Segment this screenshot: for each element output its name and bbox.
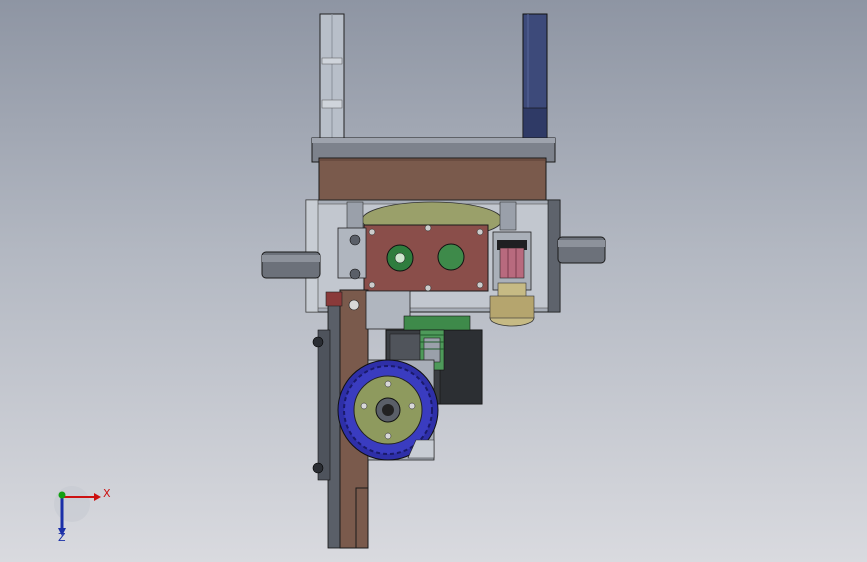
maroon-block[interactable]	[363, 224, 489, 292]
main-brown-plate[interactable]	[318, 157, 547, 205]
left-shaft[interactable]	[261, 251, 321, 279]
left-post[interactable]	[319, 13, 345, 141]
right-post[interactable]	[522, 13, 548, 141]
cad-model-view[interactable]	[0, 0, 867, 562]
green-bore-right[interactable]	[437, 243, 465, 271]
right-shaft[interactable]	[557, 236, 606, 264]
side-plate[interactable]	[317, 329, 331, 481]
triad-origin-shadow	[54, 486, 90, 522]
connector-housing[interactable]	[492, 231, 532, 291]
graphics-viewport[interactable]: X Z	[0, 0, 867, 562]
left-bracket[interactable]	[337, 227, 367, 280]
axis-triad: X Z	[40, 480, 120, 550]
axis-z-label: Z	[58, 531, 66, 544]
y-axis-point	[58, 491, 66, 499]
axis-x-label: X	[103, 487, 111, 500]
